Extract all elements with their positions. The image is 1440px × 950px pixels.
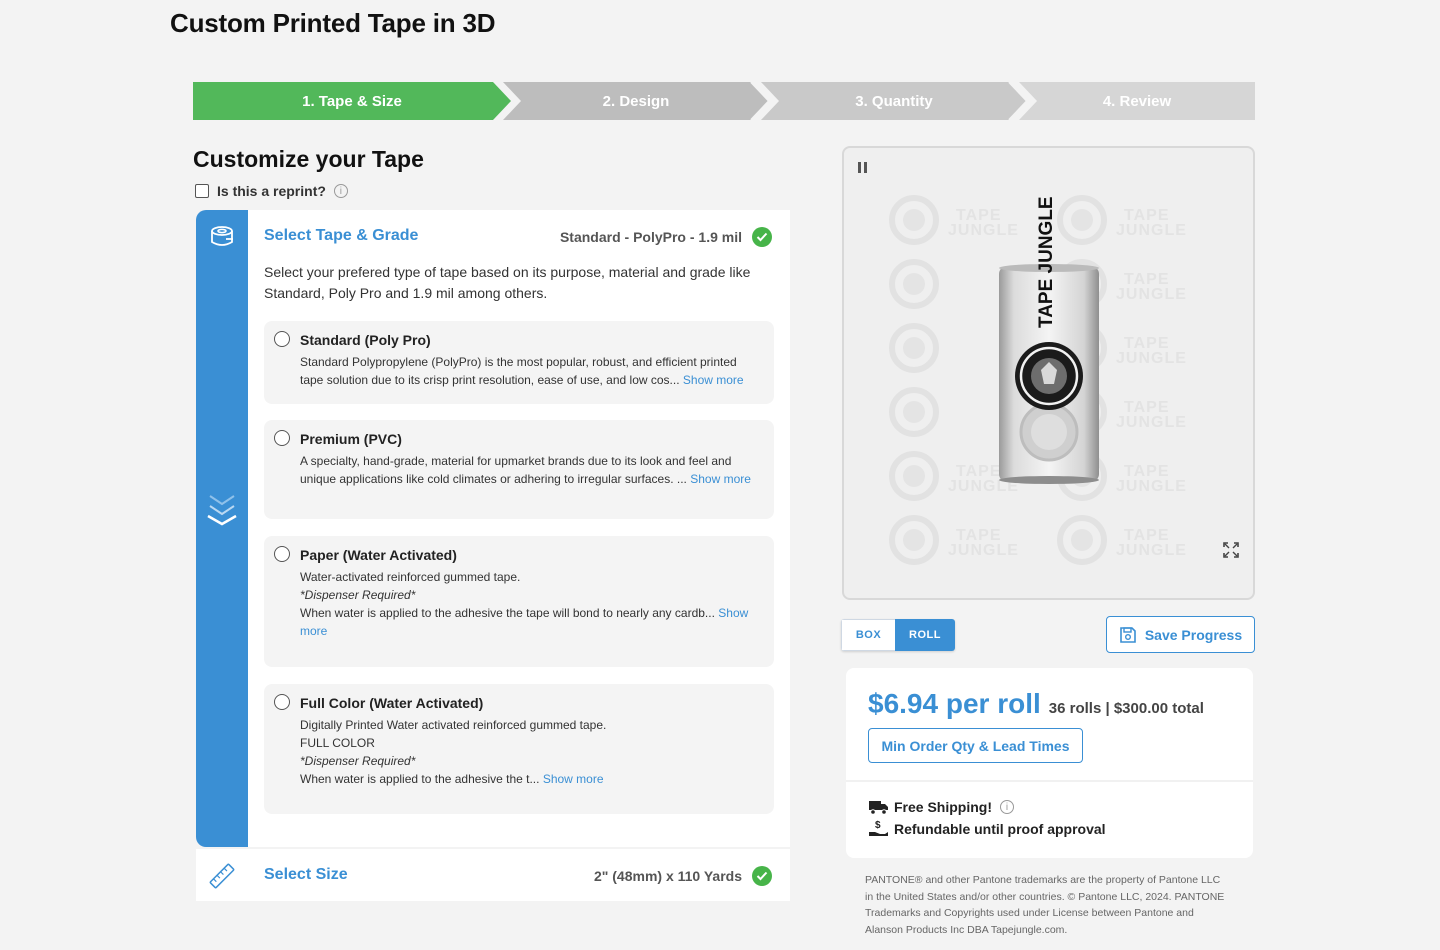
tape-section-description: Select your prefered type of tape based … (264, 264, 751, 301)
watermark-text: JUNGLE (948, 542, 1019, 559)
option-body: Digitally Printed Water activated reinfo… (300, 716, 762, 788)
reprint-toggle[interactable]: Is this a reprint? i (195, 183, 348, 199)
fullscreen-icon[interactable] (1223, 542, 1239, 558)
refund-hand-icon: $ (869, 820, 888, 836)
tape-section-title[interactable]: Select Tape & Grade (264, 227, 418, 245)
tape-print-text: TAPE JUNGLE (1036, 196, 1057, 328)
min-order-button[interactable]: Min Order Qty & Lead Times (868, 728, 1083, 763)
option-title: Full Color (Water Activated) (300, 695, 484, 711)
tape-preview-canvas: TAPE JUNGLE TAPE JUNGLE TAPE JUNGLE TAPE… (844, 148, 1187, 598)
watermark-text: JUNGLE (948, 222, 1019, 239)
option-body: A specialty, hand-grade, material for up… (300, 452, 762, 488)
option-title: Standard (Poly Pro) (300, 332, 431, 348)
info-icon[interactable]: i (1000, 800, 1014, 814)
watermark-text: JUNGLE (1116, 542, 1187, 559)
page-title: Custom Printed Tape in 3D (170, 8, 496, 38)
option-note: *Dispenser Required* (300, 588, 416, 602)
tape-grade-panel: Select Tape & Grade Standard - PolyPro -… (196, 210, 790, 847)
watermark-text: JUNGLE (1116, 350, 1187, 367)
watermark-text: JUNGLE (1116, 286, 1187, 303)
free-shipping-text: Free Shipping! (894, 799, 992, 815)
save-progress-label: Save Progress (1144, 626, 1243, 643)
option-text: Standard Polypropylene (PolyPro) is the … (300, 355, 737, 387)
option-radio[interactable] (274, 430, 290, 446)
order-summary: 36 rolls | $300.00 total (1048, 700, 1204, 717)
reprint-label: Is this a reprint? (217, 183, 326, 199)
refundable-row: $ Refundable until proof approval (868, 819, 1106, 839)
show-more-link[interactable]: Show more (690, 472, 751, 486)
step-tape-size[interactable]: 1. Tape & Size (193, 82, 511, 120)
option-body: Water-activated reinforced gummed tape. … (300, 568, 762, 640)
watermark-text: JUNGLE (1116, 414, 1187, 431)
tape-3d-preview[interactable]: TAPE JUNGLE TAPE JUNGLE TAPE JUNGLE TAPE… (842, 146, 1255, 600)
option-radio[interactable] (274, 694, 290, 710)
option-text: When water is applied to the adhesive th… (300, 772, 540, 786)
step-quantity[interactable]: 3. Quantity (761, 82, 1027, 120)
step-label: 4. Review (1102, 92, 1172, 110)
option-radio[interactable] (274, 331, 290, 347)
tape-roll-icon (211, 226, 233, 246)
option-note: *Dispenser Required* (300, 754, 416, 768)
show-more-link[interactable]: Show more (683, 373, 744, 387)
customize-title: Customize your Tape (193, 146, 424, 172)
ruler-icon (209, 863, 235, 889)
chevron-down-icon[interactable] (204, 490, 240, 534)
step-design[interactable]: 2. Design (503, 82, 769, 120)
size-section-title[interactable]: Select Size (264, 866, 348, 884)
check-icon (752, 227, 772, 247)
step-label: 1. Tape & Size (302, 92, 402, 110)
size-section-value: 2" (48mm) x 110 Yards (593, 868, 742, 884)
truck-icon (869, 801, 888, 815)
save-progress-button[interactable]: Save Progress (1106, 616, 1255, 653)
option-text: When water is applied to the adhesive th… (300, 606, 715, 620)
tape-section-sidebar (196, 210, 248, 847)
box-view-button[interactable]: BOX (841, 619, 895, 651)
step-label: 3. Quantity (855, 92, 933, 110)
show-more-link[interactable]: Show more (543, 772, 604, 786)
tape-option-premium[interactable]: Premium (PVC) A specialty, hand-grade, m… (264, 420, 774, 519)
step-progress: 1. Tape & Size 2. Design 3. Quantity 4. … (193, 82, 1255, 120)
step-review[interactable]: 4. Review (1019, 82, 1255, 120)
reprint-checkbox[interactable] (195, 184, 209, 198)
pause-icon[interactable] (858, 162, 867, 173)
option-body: Standard Polypropylene (PolyPro) is the … (300, 353, 762, 389)
tape-option-paper[interactable]: Paper (Water Activated) Water-activated … (264, 536, 774, 667)
option-title: Premium (PVC) (300, 431, 402, 447)
refundable-text: Refundable until proof approval (894, 821, 1106, 837)
pricing-panel: $6.94 per roll 36 rolls | $300.00 total … (846, 668, 1253, 858)
svg-text:$: $ (875, 820, 881, 831)
option-text: A specialty, hand-grade, material for up… (300, 454, 732, 486)
option-title: Paper (Water Activated) (300, 547, 457, 563)
watermark-text: JUNGLE (1116, 478, 1187, 495)
view-toggle: BOX ROLL (841, 619, 955, 651)
step-label: 2. Design (602, 92, 670, 110)
check-icon (752, 866, 772, 886)
info-icon[interactable]: i (333, 184, 348, 198)
option-line: FULL COLOR (300, 736, 375, 750)
free-shipping-row: Free Shipping! i (868, 798, 1014, 816)
tape-option-standard[interactable]: Standard (Poly Pro) Standard Polypropyle… (264, 321, 774, 404)
watermark-text: JUNGLE (1116, 222, 1187, 239)
unit-price: $6.94 per roll (868, 688, 1041, 719)
tape-option-full-color[interactable]: Full Color (Water Activated) Digitally P… (264, 684, 774, 814)
option-line: Water-activated reinforced gummed tape. (300, 570, 521, 584)
tape-section-value: Standard - PolyPro - 1.9 mil (559, 229, 742, 245)
pantone-notice: PANTONE® and other Pantone trademarks ar… (865, 874, 1225, 936)
save-icon (1120, 626, 1136, 643)
option-radio[interactable] (274, 546, 290, 562)
divider (846, 780, 1253, 782)
roll-view-button[interactable]: ROLL (895, 619, 955, 651)
size-section[interactable]: Select Size 2" (48mm) x 110 Yards (196, 849, 790, 901)
option-line: Digitally Printed Water activated reinfo… (300, 718, 607, 732)
